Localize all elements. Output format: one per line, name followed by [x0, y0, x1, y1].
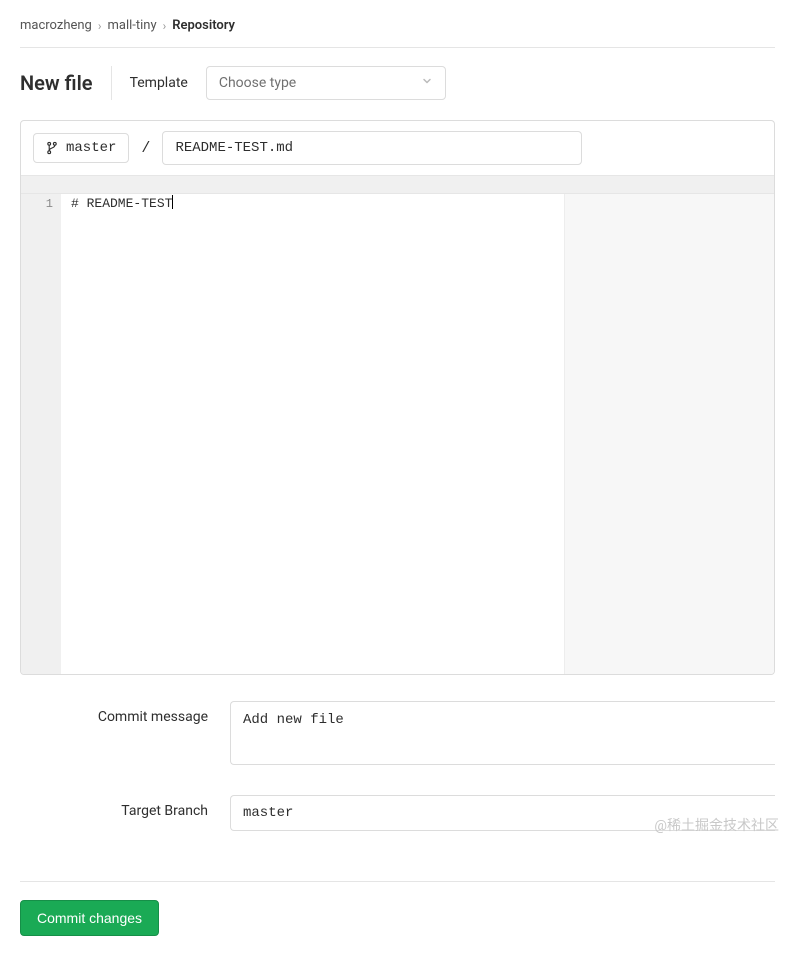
filename-input[interactable] [162, 131, 582, 165]
branch-icon [46, 141, 58, 155]
commit-form: Commit message Target Branch [20, 675, 775, 873]
editor: master / 1 # README-TEST [20, 120, 775, 675]
page-header: New file Template Choose type [20, 48, 775, 120]
action-bar: Commit changes [20, 881, 775, 954]
branch-select[interactable]: master [33, 133, 129, 163]
branch-name: master [66, 140, 116, 156]
divider [111, 66, 112, 100]
target-branch-label: Target Branch [20, 795, 230, 819]
commit-changes-button[interactable]: Commit changes [20, 900, 159, 936]
editor-ruler [21, 176, 774, 194]
commit-message-label: Commit message [20, 701, 230, 725]
breadcrumb-current: Repository [172, 18, 235, 33]
commit-message-input[interactable] [230, 701, 775, 765]
chevron-down-icon [421, 75, 433, 91]
chevron-right-icon: › [163, 19, 167, 33]
page-title: New file [20, 71, 93, 95]
breadcrumb-owner[interactable]: macrozheng [20, 18, 92, 33]
breadcrumb: macrozheng › mall-tiny › Repository [20, 10, 775, 48]
template-select-placeholder: Choose type [219, 75, 296, 91]
code-area[interactable]: 1 # README-TEST [21, 194, 774, 674]
editor-toolbar: master / [21, 121, 774, 176]
path-separator: / [141, 140, 150, 157]
code-content[interactable]: # README-TEST [61, 194, 774, 674]
code-line: # README-TEST [71, 196, 172, 211]
line-gutter: 1 [21, 194, 61, 674]
template-select[interactable]: Choose type [206, 66, 446, 100]
text-cursor [172, 195, 173, 209]
print-margin [564, 194, 774, 674]
chevron-right-icon: › [98, 19, 102, 33]
line-number: 1 [21, 195, 53, 213]
template-label: Template [130, 75, 188, 91]
breadcrumb-repo[interactable]: mall-tiny [107, 18, 156, 33]
target-branch-input[interactable] [230, 795, 775, 831]
